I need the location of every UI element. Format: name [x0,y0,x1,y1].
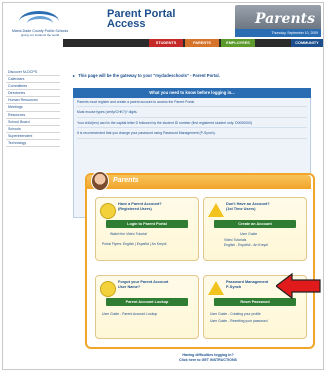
card-title: Forgot your Parent Account User Name? [118,280,168,290]
smiley-icon [100,203,116,219]
parents-panel: Parents Have a Parent Account? (Register… [85,171,315,349]
lookup-guide-link[interactable]: User Guide - Parent Account Lookup [102,312,157,316]
video-tutorials-link[interactable]: Video Tutorials [224,238,246,242]
card-forgot-username: Forgot your Parent Account User Name? Pa… [95,275,199,339]
video-tutorial-link[interactable]: Watch the Video Tutorial [110,232,147,236]
page-frame: Miami-Dade County Public Schools giving … [2,2,324,370]
header: Miami-Dade County Public Schools giving … [3,3,323,43]
sidebar-item-directories[interactable]: Directories [6,90,60,98]
portal-title-line2: Access [107,18,146,30]
sidebar-item-schools[interactable]: Schools [6,126,60,133]
parents-tab-label: Parents [113,177,139,184]
info-heading: What you need to know before logging in.… [73,88,311,98]
sidebar-item-calendars[interactable]: Calendars [6,76,60,84]
account-lookup-button[interactable]: Parent Account Lookup [106,298,188,306]
banner-date: Thursday, September 10, 2009 [235,29,321,37]
banner-title: Parents [254,11,315,27]
card-title: Don't Have an Account? (1st Time Users) [226,202,270,212]
language-links[interactable]: English - Español - An Kreyòl [224,243,268,247]
card-title-line2: (1st Time Users) [226,207,256,211]
info-line: It is recommended that you change your p… [77,131,307,139]
sidebar-item-resources[interactable]: Resources [6,112,60,119]
intro-text: ▸ This page will be the gateway to your "… [73,73,220,78]
login-button[interactable]: Login to Parent Portal [106,220,188,228]
card-title-line2: (Registered Users) [118,207,152,211]
create-account-button[interactable]: Create an Account [214,220,296,228]
parents-tab: Parents [87,171,311,191]
nav-students[interactable]: STUDENTS [149,39,183,47]
nav-employees[interactable]: EMPLOYEES [221,39,255,47]
card-title: Have a Parent Account? (Registered Users… [118,202,162,212]
user-guide-link[interactable]: User Guide [240,232,257,236]
smiley-icon [100,281,116,297]
bullet-arrow-icon: ▸ [73,73,76,78]
district-logo[interactable]: Miami-Dade County Public Schools giving … [9,7,68,37]
sidebar: Discover M-DCPS Calendars Committees Dir… [6,69,60,148]
card-registered-users: Have a Parent Account? (Registered Users… [95,197,199,261]
sidebar-item-meetings[interactable]: Meetings [6,104,60,112]
sidebar-item-technology[interactable]: Technology [6,140,60,148]
reset-password-guide-link[interactable]: User Guide - Resetting your password [210,319,267,323]
help-line2: Click here to GET INSTRUCTIONS [179,358,237,362]
red-arrow-icon [276,272,321,300]
info-line: Must mouse types (verify/CHK?)? digits. [77,110,307,118]
nav-parents[interactable]: PARENTS [185,39,219,47]
create-profile-guide-link[interactable]: User Guide - Creating your profile [210,312,261,316]
parent-photo-avatar [91,171,109,191]
warning-icon [208,281,224,295]
nav-community[interactable]: COMMUNITY [291,39,323,47]
intro-label: This page will be the gateway to your "m… [78,73,220,78]
card-first-time-users: Don't Have an Account? (1st Time Users) … [203,197,307,261]
sidebar-item-superintendent[interactable]: Superintendent [6,133,60,140]
portal-flyers-link[interactable]: Portal Flyers: English | Español | An Kr… [102,242,166,246]
info-line: Parents must register and create a paren… [77,100,307,108]
sidebar-item-school-board[interactable]: School Board [6,119,60,126]
sidebar-item-human-resources[interactable]: Human Resources [6,97,60,105]
top-nav: STUDENTS PARENTS EMPLOYEES COMMUNITY [63,39,323,47]
help-link[interactable]: Having difficulties logging in? Click he… [153,353,263,363]
card-title-line2: P-Synch [226,285,242,289]
card-title: Password Management P-Synch [226,280,268,290]
card-title-line2: User Name? [118,285,141,289]
sidebar-item-committees[interactable]: Committees [6,83,60,91]
sidebar-item-discover[interactable]: Discover M-DCPS [6,69,60,77]
warning-icon [208,203,224,217]
parents-banner: Parents Thursday, September 10, 2009 [235,5,321,37]
info-line: Your child(ren) card is the capital lett… [77,121,307,129]
logo-subtext: giving our students the world [20,33,60,37]
